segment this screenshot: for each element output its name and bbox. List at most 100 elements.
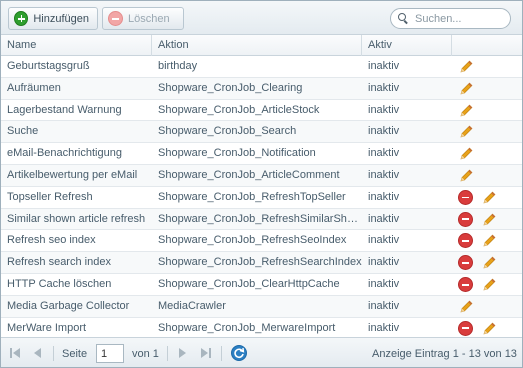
table-row[interactable]: Similar shown article refresh Shopware_Cr… xyxy=(1,208,522,231)
refresh-button[interactable] xyxy=(231,345,247,361)
table-row[interactable]: Topseller Refresh Shopware_CronJob_Refres… xyxy=(1,187,522,209)
delete-row-icon[interactable] xyxy=(458,320,473,336)
cell-action: Shopware_CronJob_Clearing xyxy=(158,81,303,94)
cell-name: HTTP Cache löschen xyxy=(7,277,112,290)
edit-pencil-icon[interactable] xyxy=(481,255,497,271)
table-row[interactable]: Media Garbage Collector MediaCrawler inakt… xyxy=(1,295,522,318)
cell-action: Shopware_CronJob_RefreshSimilarShownArti… xyxy=(158,212,362,225)
table-row[interactable]: Refresh seo index Shopware_CronJob_Refres… xyxy=(1,230,522,253)
search-box xyxy=(390,8,511,29)
edit-pencil-icon[interactable] xyxy=(458,103,474,119)
edit-pencil-icon[interactable] xyxy=(481,321,497,337)
cell-row-actions xyxy=(452,230,522,251)
cell-action: MediaCrawler xyxy=(158,299,226,312)
cell-name: Suche xyxy=(7,125,39,138)
column-header-action[interactable]: Aktion xyxy=(152,35,362,56)
table-row[interactable]: Refresh search index Shopware_CronJob_Ref… xyxy=(1,252,522,274)
cell-name: Artikelbewertung per eMail xyxy=(7,168,138,181)
cell-row-actions xyxy=(452,100,522,121)
column-header-actions xyxy=(452,35,522,56)
grid-body: Geburtstagsgruß birthday inaktiv Aufräumen S… xyxy=(1,56,522,340)
minus-icon xyxy=(108,11,123,26)
edit-pencil-icon[interactable] xyxy=(481,233,497,249)
delete-row-icon[interactable] xyxy=(458,276,473,292)
table-row[interactable]: Suche Shopware_CronJob_Search inaktiv xyxy=(1,121,522,144)
cell-name: Geburtstagsgruß xyxy=(7,60,90,72)
cell-action: Shopware_CronJob_RefreshSeoIndex xyxy=(158,234,347,247)
page-number-input[interactable] xyxy=(96,344,124,363)
paging-toolbar: Seite von 1 Anzeige Eintrag 1 - 13 von 1… xyxy=(1,337,522,367)
cell-row-actions xyxy=(452,209,522,230)
cell-action: Shopware_CronJob_RefreshSearchIndex xyxy=(158,256,362,269)
cell-action: Shopware_CronJob_Search xyxy=(158,125,297,138)
delete-row-icon[interactable] xyxy=(458,233,473,249)
cell-active: inaktiv xyxy=(368,125,400,138)
first-page-icon[interactable] xyxy=(9,347,22,359)
table-row[interactable]: eMail-Benachrichtigung Shopware_CronJob_N… xyxy=(1,143,522,165)
separator xyxy=(53,346,54,361)
cell-active: inaktiv xyxy=(368,321,400,334)
delete-row-icon[interactable] xyxy=(458,211,473,227)
search-input[interactable] xyxy=(415,12,505,25)
edit-pencil-icon[interactable] xyxy=(458,168,474,184)
table-row[interactable]: HTTP Cache löschen Shopware_CronJob_Clear… xyxy=(1,274,522,296)
cell-row-actions xyxy=(452,252,522,273)
paging-summary: Anzeige Eintrag 1 - 13 von 13 xyxy=(372,348,517,360)
cell-active: inaktiv xyxy=(368,190,400,203)
cell-active: inaktiv xyxy=(368,147,400,160)
cell-row-actions xyxy=(452,296,522,317)
previous-page-icon[interactable] xyxy=(32,347,45,359)
column-header-name[interactable]: Name xyxy=(1,35,152,56)
cell-active: inaktiv xyxy=(368,277,400,290)
cell-active: inaktiv xyxy=(368,103,400,116)
cell-active: inaktiv xyxy=(368,168,400,181)
cell-action: Shopware_CronJob_ClearHttpCache xyxy=(158,277,340,290)
delete-row-icon[interactable] xyxy=(458,255,473,271)
table-row[interactable]: Geburtstagsgruß birthday inaktiv xyxy=(1,56,522,78)
cell-row-actions xyxy=(452,187,522,208)
cell-action: Shopware_CronJob_MerwareImport xyxy=(158,321,336,334)
page-count-label: von 1 xyxy=(132,348,159,360)
delete-button[interactable]: Löschen xyxy=(102,7,184,30)
last-page-icon[interactable] xyxy=(199,347,212,359)
cell-row-actions xyxy=(452,274,522,295)
column-header-active[interactable]: Aktiv xyxy=(362,35,452,56)
cell-row-actions xyxy=(452,143,522,164)
edit-pencil-icon[interactable] xyxy=(481,277,497,293)
cell-name: Refresh seo index xyxy=(7,234,96,247)
edit-pencil-icon[interactable] xyxy=(458,299,474,315)
edit-pencil-icon[interactable] xyxy=(481,190,497,206)
cell-active: inaktiv xyxy=(368,234,400,247)
cell-action: Shopware_CronJob_ArticleStock xyxy=(158,103,320,116)
table-row[interactable]: Aufräumen Shopware_CronJob_Clearing inakti… xyxy=(1,77,522,100)
add-button[interactable]: Hinzufügen xyxy=(8,7,98,30)
next-page-icon[interactable] xyxy=(176,347,189,359)
edit-pencil-icon[interactable] xyxy=(458,146,474,162)
cell-row-actions xyxy=(452,78,522,99)
cell-active: inaktiv xyxy=(368,81,400,94)
cell-name: Similar shown article refresh xyxy=(7,212,146,225)
cell-action: Shopware_CronJob_RefreshTopSeller xyxy=(158,190,346,203)
cell-name: Refresh search index xyxy=(7,256,111,269)
edit-pencil-icon[interactable] xyxy=(458,124,474,140)
cell-active: inaktiv xyxy=(368,256,400,269)
edit-pencil-icon[interactable] xyxy=(458,81,474,97)
edit-pencil-icon[interactable] xyxy=(458,59,474,75)
toolbar: Hinzufügen Löschen xyxy=(1,1,522,35)
separator xyxy=(221,346,222,361)
cell-name: Topseller Refresh xyxy=(7,190,93,203)
cell-active: inaktiv xyxy=(368,299,400,312)
edit-pencil-icon[interactable] xyxy=(481,212,497,228)
table-row[interactable]: Lagerbestand Warnung Shopware_CronJob_Art… xyxy=(1,100,522,122)
cell-name: Lagerbestand Warnung xyxy=(7,103,122,116)
refresh-icon xyxy=(234,347,245,358)
add-button-label: Hinzufügen xyxy=(33,12,89,25)
cell-action: Shopware_CronJob_ArticleComment xyxy=(158,168,340,181)
table-row[interactable]: Artikelbewertung per eMail Shopware_CronJ… xyxy=(1,164,522,187)
separator xyxy=(167,346,168,361)
delete-row-icon[interactable] xyxy=(458,189,473,205)
cell-action: Shopware_CronJob_Notification xyxy=(158,147,316,160)
cell-name: eMail-Benachrichtigung xyxy=(7,147,122,160)
delete-button-label: Löschen xyxy=(128,12,170,25)
cell-name: Media Garbage Collector xyxy=(7,299,130,312)
